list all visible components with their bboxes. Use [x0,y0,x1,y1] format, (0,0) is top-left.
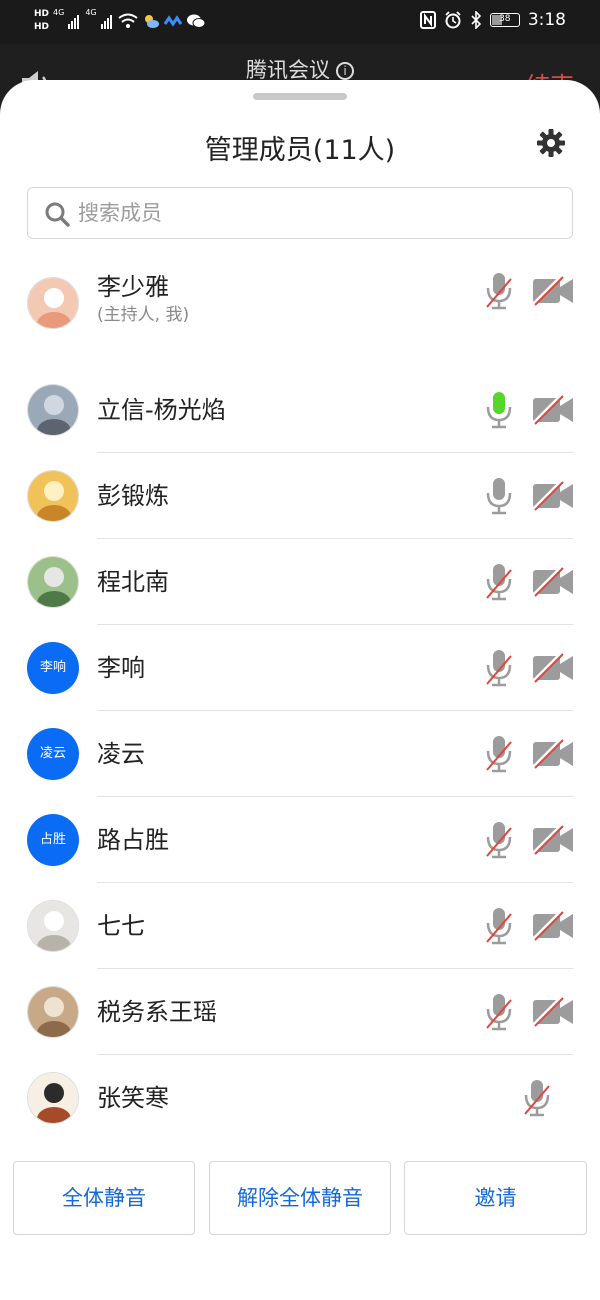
avatar-initials: 凌云 [27,728,79,780]
mute-all-button[interactable]: 全体静音 [13,1161,195,1235]
avatar-image [28,987,78,1037]
camera-off-icon[interactable] [532,567,574,597]
avatar [27,986,79,1038]
clock: 3:18 [527,10,566,30]
member-row[interactable]: 程北南 [0,539,600,625]
mic-icon[interactable] [484,390,514,430]
avatar-image [28,385,78,435]
signal-icon-2 [100,13,112,29]
member-row[interactable]: 彭锻炼 [0,453,600,539]
gear-icon[interactable] [536,128,566,158]
member-row[interactable]: 李少雅 (主持人, 我) [0,267,600,367]
camera-off-icon[interactable] [532,739,574,769]
avatar-image [28,278,78,328]
wifi-icon [117,13,138,28]
member-name: 立信-杨光焰 [97,396,226,424]
avatar [27,900,79,952]
hd-indicator-2: HD [34,22,50,32]
avatar-initials: 李响 [27,642,79,694]
member-row[interactable]: 凌云 凌云 [0,711,600,797]
camera-off-icon[interactable] [532,653,574,683]
member-name: 路占胜 [97,826,169,854]
mic-muted-icon[interactable] [484,734,514,774]
member-name: 凌云 [97,740,145,768]
member-row[interactable]: 七七 [0,883,600,969]
member-name: 彭锻炼 [97,482,169,510]
network-type-1: 4G [53,8,65,17]
info-icon[interactable]: i [336,62,354,80]
app-notification-icon [163,15,182,27]
weather-icon [144,15,159,28]
member-row[interactable]: 张笑寒 [0,1055,600,1141]
network-type-2: 4G [85,8,97,17]
battery-icon: 38 [489,13,520,27]
search-input[interactable] [78,188,558,238]
avatar-initials: 占胜 [27,814,79,866]
invite-button[interactable]: 邀请 [404,1161,587,1235]
member-row[interactable]: 占胜 路占胜 [0,797,600,883]
avatar-image [28,557,78,607]
search-box[interactable] [27,187,573,239]
member-name: 李少雅 [97,273,169,301]
manage-members-sheet: 管理成员(11人) 李少雅(主持人, 我)立信-杨光焰彭锻炼程北南李响李响凌云凌… [0,80,600,1300]
member-name: 李响 [97,654,145,682]
sheet-drag-handle[interactable] [253,93,347,100]
status-bar: HD HD 4G 4G 38 3:18 [0,0,600,44]
member-name: 税务系王瑶 [97,998,217,1026]
camera-off-icon[interactable] [532,481,574,511]
bluetooth-icon [471,11,481,29]
mic-muted-icon[interactable] [484,648,514,688]
mic-muted-icon[interactable] [522,1078,552,1118]
member-list: 李少雅 (主持人, 我) 立信-杨光焰 彭锻炼 程北南 李响 李响 凌云 凌云 占胜 路占胜 七七 税务… [0,267,600,1141]
unmute-all-button[interactable]: 解除全体静音 [209,1161,391,1235]
member-name: 张笑寒 [97,1084,169,1112]
member-row[interactable]: 税务系王瑶 [0,969,600,1055]
mic-muted-icon[interactable] [484,906,514,946]
wechat-icon [186,14,206,28]
avatar-image [28,901,78,951]
member-name: 七七 [97,912,145,940]
avatar-image [28,1073,78,1123]
member-role: (主持人, 我) [97,305,190,325]
avatar [27,384,79,436]
avatar [27,556,79,608]
meeting-title-text: 腾讯会议 [246,58,330,82]
camera-off-icon[interactable] [532,276,574,306]
hd-indicator-1: HD [34,9,50,19]
avatar [27,470,79,522]
signal-icon [68,13,80,29]
avatar-image [28,471,78,521]
camera-off-icon[interactable] [532,997,574,1027]
avatar [27,1072,79,1124]
action-bar: 全体静音 解除全体静音 邀请 [13,1161,587,1235]
sheet-title: 管理成员(11人) [204,135,396,166]
search-icon [45,202,70,227]
camera-off-icon[interactable] [532,395,574,425]
battery-level: 38 [499,14,511,24]
mic-muted-icon[interactable] [484,992,514,1032]
camera-off-icon[interactable] [532,911,574,941]
camera-off-icon[interactable] [532,825,574,855]
mic-icon[interactable] [484,476,514,516]
mic-muted-icon[interactable] [484,820,514,860]
member-row[interactable]: 立信-杨光焰 [0,367,600,453]
mic-muted-icon[interactable] [484,271,514,311]
avatar [27,277,79,329]
alarm-icon [445,11,461,29]
member-name: 程北南 [97,568,169,596]
mic-muted-icon[interactable] [484,562,514,602]
nfc-icon [419,11,436,29]
member-row[interactable]: 李响 李响 [0,625,600,711]
